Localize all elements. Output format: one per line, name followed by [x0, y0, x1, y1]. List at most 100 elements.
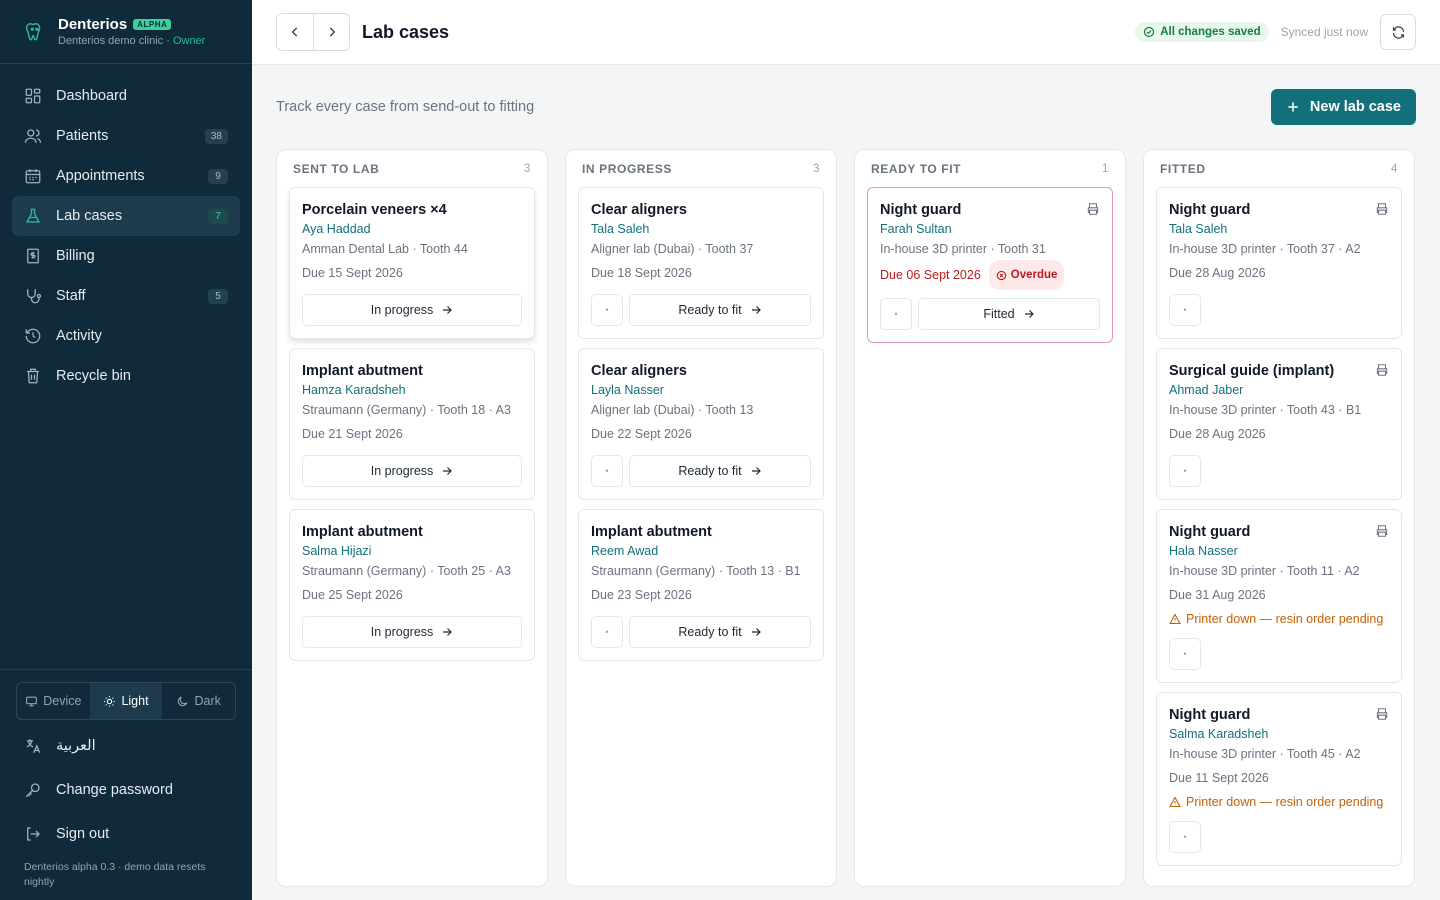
advance-stage-label: Ready to fit — [678, 625, 742, 639]
sidebar-item-lab-cases[interactable]: Lab cases 7 — [12, 196, 240, 236]
lab-case-card[interactable]: Clear aligners Layla Nasser Aligner lab (D… — [578, 348, 824, 500]
case-title: Night guard — [1169, 202, 1251, 218]
billing-icon — [24, 247, 42, 265]
advance-stage-button[interactable]: Ready to fit — [629, 616, 811, 648]
language-switch[interactable]: العربية — [16, 724, 236, 768]
sidebar-item-recycle-bin[interactable]: Recycle bin — [12, 356, 240, 396]
language-label: العربية — [56, 738, 96, 754]
sidebar-item-billing[interactable]: Billing — [12, 236, 240, 276]
theme-light-option[interactable]: Light — [89, 683, 163, 719]
case-meta: Straumann (Germany) · Tooth 25 · A3 — [302, 564, 511, 578]
lab-case-card[interactable]: Porcelain veneers ×4 Aya Haddad Amman Dent… — [289, 187, 535, 339]
patient-link[interactable]: Farah Sultan — [880, 220, 1100, 238]
logout-icon — [24, 825, 42, 843]
sidebar-item-appointments[interactable]: Appointments 9 — [12, 156, 240, 196]
users-icon — [24, 127, 42, 145]
page-title: Lab cases — [362, 21, 450, 42]
case-warning: Printer down — resin order pending — [1169, 608, 1389, 630]
sidebar-item-label: Patients — [56, 128, 109, 144]
printer-icon[interactable] — [1086, 202, 1100, 221]
case-meta: Amman Dental Lab · Tooth 44 — [302, 242, 468, 256]
refresh-button[interactable] — [1380, 14, 1416, 50]
main-nav: Dashboard Patients 38 Appointments 9 Lab case… — [0, 64, 252, 408]
case-title: Implant abutment — [591, 524, 712, 540]
advance-stage-button[interactable]: Ready to fit — [629, 294, 811, 326]
move-back-button[interactable]: • — [591, 455, 623, 487]
case-meta: In-house 3D printer · Tooth 11 · A2 — [1169, 564, 1360, 578]
theme-dark-option[interactable]: Dark — [162, 683, 235, 719]
patient-link[interactable]: Hamza Karadsheh — [302, 381, 522, 399]
lab-case-card[interactable]: Implant abutment Reem Awad Straumann (Germ… — [578, 509, 824, 661]
patient-link[interactable]: Layla Nasser — [591, 381, 811, 399]
moon-icon — [178, 696, 188, 706]
sidebar-item-label: Appointments — [56, 168, 145, 184]
patient-link[interactable]: Hala Nasser — [1169, 542, 1389, 560]
dot-icon: • — [605, 627, 609, 637]
patient-link[interactable]: Salma Hijazi — [302, 542, 522, 560]
card-actions: • Ready to fit — [591, 455, 811, 487]
patient-link[interactable]: Salma Karadsheh — [1169, 725, 1389, 743]
lab-case-card[interactable]: Surgical guide (implant) Ahmad Jaber In-ho… — [1156, 348, 1402, 500]
patient-link[interactable]: Tala Saleh — [591, 220, 811, 238]
due-date: Due 15 Sept 2026 — [302, 266, 403, 280]
advance-stage-button[interactable]: In progress — [302, 294, 522, 326]
move-back-button[interactable]: • — [591, 616, 623, 648]
forward-button[interactable] — [313, 14, 349, 50]
column-header: READY TO FIT 1 — [867, 150, 1113, 187]
due-date: Due 28 Aug 2026 — [1169, 427, 1266, 441]
printer-icon[interactable] — [1375, 707, 1389, 726]
lab-case-card[interactable]: Night guard Farah Sultan In-house 3D print… — [867, 187, 1113, 343]
column-header: SENT TO LAB 3 — [289, 150, 535, 187]
case-title: Night guard — [880, 202, 962, 218]
sidebar-item-dashboard[interactable]: Dashboard — [12, 76, 240, 116]
sign-out-link[interactable]: Sign out — [16, 812, 236, 856]
patient-link[interactable]: Tala Saleh — [1169, 220, 1389, 238]
advance-stage-button[interactable]: In progress — [302, 616, 522, 648]
card-actions: • Ready to fit — [591, 616, 811, 648]
arrow-right-icon — [751, 628, 761, 636]
lab-case-card[interactable]: Night guard Tala Saleh In-house 3D printer… — [1156, 187, 1402, 339]
overdue-badge: Overdue — [988, 260, 1065, 290]
move-back-button[interactable]: • — [591, 294, 623, 326]
printer-icon[interactable] — [1375, 524, 1389, 543]
sidebar-item-staff[interactable]: Staff 5 — [12, 276, 240, 316]
brand-name: Denterios — [58, 16, 128, 33]
due-date: Due 23 Sept 2026 — [591, 588, 692, 602]
printer-icon[interactable] — [1375, 202, 1389, 221]
advance-stage-button[interactable]: Ready to fit — [629, 455, 811, 487]
trash-icon — [24, 367, 42, 385]
lab-case-card[interactable]: Implant abutment Salma Hijazi Straumann (G… — [289, 509, 535, 661]
column-fitted: FITTED 4 Night guard Tala Saleh In-house 3D … — [1143, 149, 1415, 887]
overdue-label: Overdue — [1010, 269, 1058, 281]
sidebar-item-patients[interactable]: Patients 38 — [12, 116, 240, 156]
x-circle-icon — [996, 270, 1006, 280]
new-lab-case-button[interactable]: New lab case — [1270, 89, 1416, 125]
refresh-icon — [1392, 25, 1404, 39]
lab-case-card[interactable]: Implant abutment Hamza Karadsheh Straumann… — [289, 348, 535, 500]
move-back-button[interactable]: • — [1169, 294, 1201, 326]
move-back-button[interactable]: • — [1169, 638, 1201, 670]
due-date-row: Due 11 Sept 2026 — [1169, 765, 1389, 791]
theme-device-option[interactable]: Device — [17, 683, 90, 719]
lab-case-card[interactable]: Clear aligners Tala Saleh Aligner lab (Dub… — [578, 187, 824, 339]
patient-link[interactable]: Reem Awad — [591, 542, 811, 560]
back-button[interactable] — [277, 14, 313, 50]
new-lab-case-label: New lab case — [1309, 99, 1401, 115]
patient-link[interactable]: Ahmad Jaber — [1169, 381, 1389, 399]
move-back-button[interactable]: • — [880, 298, 912, 330]
advance-stage-button[interactable]: In progress — [302, 455, 522, 487]
advance-stage-button[interactable]: Fitted — [918, 298, 1100, 330]
theme-switcher: Device Light Dark — [16, 682, 236, 720]
lab-case-card[interactable]: Night guard Salma Karadsheh In-house 3D pr… — [1156, 692, 1402, 866]
sidebar-item-activity[interactable]: Activity — [12, 316, 240, 356]
change-password-link[interactable]: Change password — [16, 768, 236, 812]
move-back-button[interactable]: • — [1169, 455, 1201, 487]
lab-case-card[interactable]: Night guard Hala Nasser In-house 3D printe… — [1156, 509, 1402, 683]
sidebar-item-count: 7 — [208, 208, 228, 224]
column-title: FITTED — [1160, 161, 1206, 176]
column-title: IN PROGRESS — [582, 161, 672, 176]
patient-link[interactable]: Aya Haddad — [302, 220, 522, 238]
card-actions: In progress — [302, 294, 522, 326]
printer-icon[interactable] — [1375, 363, 1389, 382]
move-back-button[interactable]: • — [1169, 821, 1201, 853]
